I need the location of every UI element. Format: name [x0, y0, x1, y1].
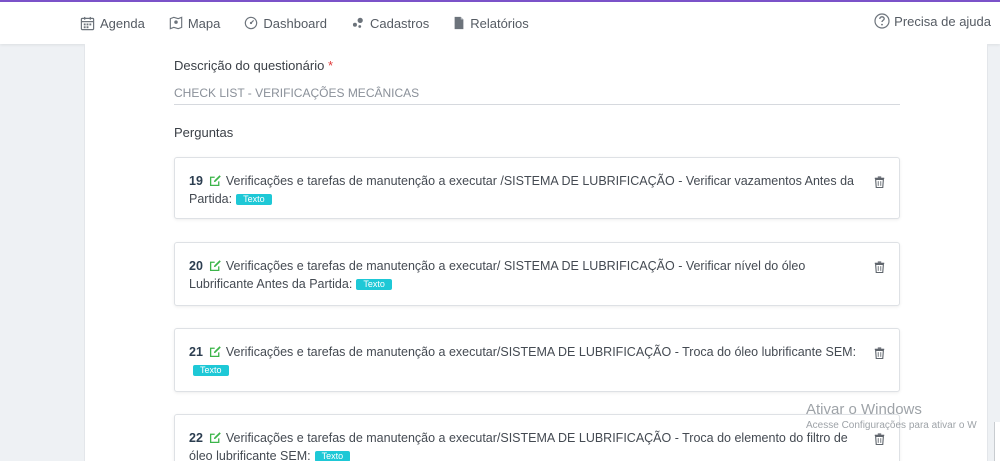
question-text: Verificações e tarefas de manutenção a e… [189, 431, 848, 461]
edit-icon[interactable] [209, 345, 222, 358]
question-number: 19 [189, 174, 203, 188]
cluster-icon [352, 17, 363, 28]
nav-label-mapa: Mapa [187, 15, 221, 31]
dashboard-icon [245, 16, 258, 30]
trash-icon[interactable] [874, 261, 885, 273]
question-type-badge: Texto [193, 365, 229, 376]
nav-label-cadastros: Cadastros [369, 15, 430, 31]
nav-item-mapa[interactable]: Mapa [169, 15, 221, 31]
description-label-text: Descrição do questionário [174, 58, 325, 73]
description-input[interactable]: CHECK LIST - VERIFICAÇÕES MECÂNICAS [174, 86, 419, 100]
question-type-badge: Texto [236, 194, 272, 205]
question-body: 22 Verificações e tarefas de manutenção a… [189, 429, 861, 461]
description-label: Descrição do questionário * [174, 58, 333, 73]
question-circle-icon [874, 13, 890, 29]
help-label: Precisa de ajuda [894, 13, 991, 29]
nav-label-agenda: Agenda [100, 15, 145, 31]
question-body: 20 Verificações e tarefas de manutenção a… [189, 257, 861, 293]
input-underline [174, 104, 900, 105]
edit-icon[interactable] [209, 431, 222, 444]
windows-activation-subtitle: Acesse Configurações para ativar o W [806, 420, 977, 431]
map-icon [169, 16, 183, 30]
question-text: Verificações e tarefas de manutenção a e… [189, 174, 854, 206]
windows-activation-title: Ativar o Windows [806, 401, 922, 418]
question-text: Verificações e tarefas de manutenção a e… [189, 259, 806, 291]
main-nav: Agenda Mapa Dashboard Cadastros Relatóri… [80, 2, 553, 44]
calendar-icon [80, 16, 95, 30]
questions-label: Perguntas [174, 125, 234, 140]
question-text: Verificações e tarefas de manutenção a e… [225, 345, 857, 359]
page-scrollbar[interactable] [994, 422, 1000, 461]
edit-icon[interactable] [209, 259, 222, 272]
question-card-19: 19 Verificações e tarefas de manutenção a… [174, 157, 900, 219]
question-body: 19 Verificações e tarefas de manutenção a… [189, 172, 861, 208]
question-number: 20 [189, 259, 203, 273]
question-card-22: 22 Verificações e tarefas de manutenção a… [174, 414, 900, 461]
top-navbar: Agenda Mapa Dashboard Cadastros Relatóri… [0, 0, 1000, 44]
question-type-badge: Texto [314, 451, 351, 461]
nav-item-agenda[interactable]: Agenda [80, 16, 145, 31]
nav-label-relatorios: Relatórios [470, 15, 529, 31]
trash-icon[interactable] [874, 176, 885, 188]
question-number: 22 [189, 431, 203, 445]
nav-item-cadastros[interactable]: Cadastros [351, 16, 429, 31]
question-number: 21 [189, 345, 203, 359]
question-card-21: 21 Verificações e tarefas de manutenção a… [174, 328, 900, 392]
nav-item-relatorios[interactable]: Relatórios [453, 16, 529, 31]
file-icon [454, 16, 464, 30]
help-link[interactable]: Precisa de ajuda [874, 2, 991, 40]
question-body: 21 Verificações e tarefas de manutenção a… [189, 343, 861, 379]
form-content: Descrição do questionário * CHECK LIST -… [84, 44, 988, 461]
question-type-badge: Texto [356, 279, 392, 290]
nav-item-dashboard[interactable]: Dashboard [244, 16, 327, 31]
trash-icon[interactable] [874, 433, 885, 445]
required-mark: * [327, 58, 333, 73]
trash-icon[interactable] [874, 347, 885, 359]
edit-icon[interactable] [209, 174, 222, 187]
nav-label-dashboard: Dashboard [263, 15, 327, 31]
question-card-20: 20 Verificações e tarefas de manutenção a… [174, 242, 900, 306]
